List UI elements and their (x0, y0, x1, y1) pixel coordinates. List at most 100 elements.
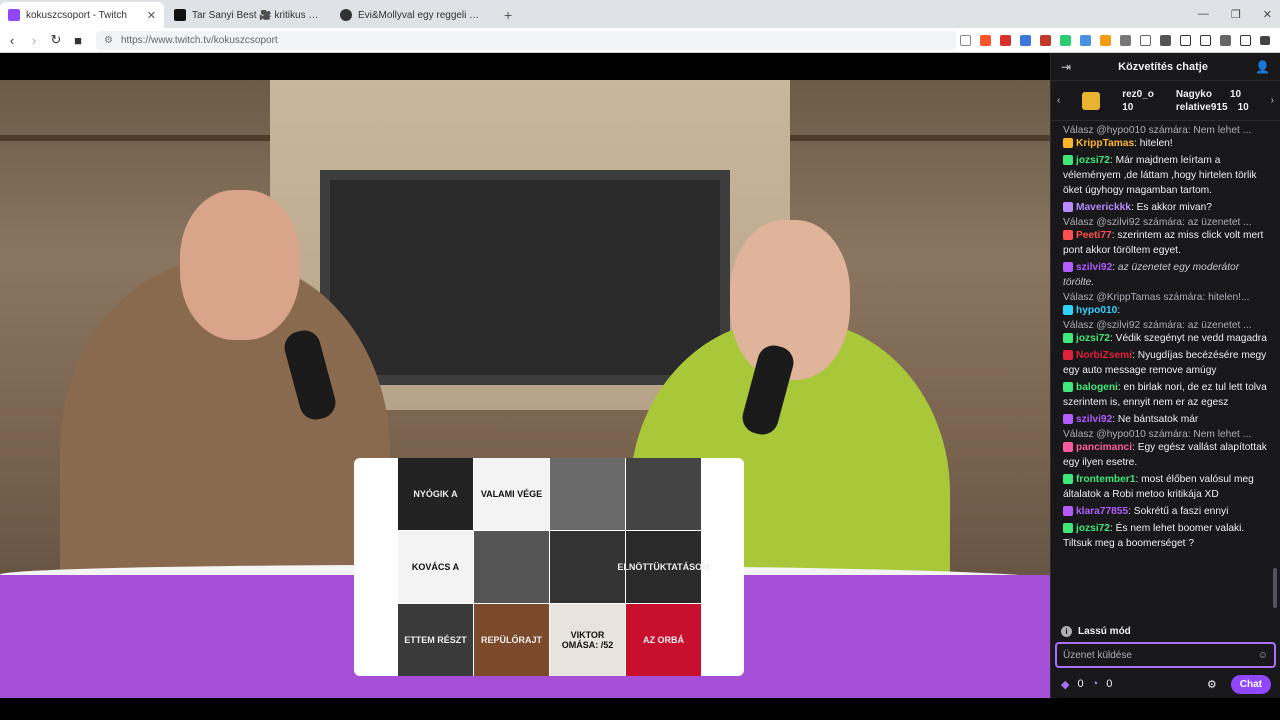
chat-title: Közvetítés chatje (1118, 60, 1208, 73)
chat-message: jozsi72: Már majdnem leírtam a véleménye… (1063, 153, 1271, 198)
reload-icon[interactable]: ↻ (46, 32, 66, 48)
bits-icon[interactable]: ◆ (1061, 678, 1069, 691)
user-badge-icon (1063, 202, 1073, 213)
chat-username[interactable]: Peeti77 (1076, 230, 1112, 241)
chat-scrollbar[interactable] (1273, 568, 1277, 608)
close-window-icon[interactable]: ✕ (1263, 8, 1272, 21)
send-chat-button[interactable]: Chat (1230, 674, 1271, 694)
grid-tile (550, 458, 625, 530)
user-badge-icon (1063, 333, 1073, 344)
menu-icon[interactable] (1260, 36, 1270, 45)
chat-message: KrippTamas: hitelen! (1063, 136, 1271, 151)
chat-username[interactable]: NorbiZsemi (1076, 350, 1132, 361)
fireplace-frame (320, 170, 730, 385)
address-bar: ‹ › ↻ ■ ⚙ https://www.twitch.tv/kokuszcs… (0, 28, 1280, 53)
chat-message: balogeni: en birlak nori, de ez tul lett… (1063, 380, 1271, 410)
user-badge-icon (1063, 523, 1073, 534)
grid-tile: AZ ORBÁ (626, 604, 701, 676)
close-tab-icon[interactable]: ✕ (147, 9, 156, 22)
stream-scene: NYÓGIK A VALAMI VÉGE KOVÁCS A ELNÖTTÜKTA… (0, 80, 1050, 698)
tab-tiktok-1[interactable]: Tar Sanyi Best 🎥 kritikus 🎥 (@szop (166, 2, 330, 28)
url-field[interactable]: ⚙ https://www.twitch.tv/kokuszcsoport (96, 30, 956, 50)
chat-username[interactable]: szilvi92 (1076, 262, 1112, 273)
tab-title: kokuszcsoport - Twitch (26, 9, 127, 21)
new-tab-button[interactable]: + (504, 2, 512, 28)
chat-username[interactable]: balogeni (1076, 382, 1118, 393)
extension-icon[interactable] (1100, 35, 1111, 46)
leaderboard-prev-icon[interactable]: ‹ (1057, 95, 1060, 106)
chat-username[interactable]: Maverickkk (1076, 202, 1131, 213)
emote-picker-icon[interactable]: ☺ (1258, 650, 1268, 661)
chat-message: Maverickkk: Es akkor mivan? (1063, 200, 1271, 215)
extension-icon[interactable] (1080, 35, 1091, 46)
window-controls: — ❐ ✕ (1198, 0, 1272, 28)
leader-entry[interactable]: rez0_o 10 (1122, 89, 1154, 113)
user-badge-icon (1063, 155, 1073, 166)
chat-username[interactable]: pancimanci (1076, 442, 1132, 453)
leo-icon[interactable] (1220, 35, 1231, 46)
chat-message: frontember1: most élőben valósul meg ált… (1063, 472, 1271, 502)
chat-username[interactable]: frontember1 (1076, 474, 1135, 485)
puzzle-icon[interactable] (1120, 35, 1131, 46)
extension-icon[interactable] (1060, 35, 1071, 46)
maximize-icon[interactable]: ❐ (1231, 8, 1241, 21)
shelf-left (0, 135, 270, 141)
grid-tile: VIKTOR OMÁSA: /52 (550, 604, 625, 676)
tab-tiktok-2[interactable]: Évi&Mollyval egy reggeli 🍳😍 (@m (332, 2, 496, 28)
bits-count: 0 (1077, 678, 1084, 690)
share-icon[interactable] (960, 35, 971, 46)
twitch-favicon-icon (8, 9, 20, 21)
site-settings-icon[interactable]: ⚙ (104, 35, 113, 46)
brave-shield-icon[interactable] (980, 35, 991, 46)
back-icon[interactable]: ‹ (2, 33, 22, 48)
tab-title: Évi&Mollyval egy reggeli 🍳😍 (@m (358, 9, 488, 21)
minimize-icon[interactable]: — (1198, 8, 1209, 20)
vpn-icon[interactable] (1240, 35, 1251, 46)
tiktok-favicon-icon (340, 9, 352, 21)
chat-username[interactable]: klara77855 (1076, 506, 1128, 517)
screenshot-overlay: NYÓGIK A VALAMI VÉGE KOVÁCS A ELNÖTTÜKTA… (354, 458, 744, 676)
chat-username[interactable]: hypo010 (1076, 305, 1117, 316)
chat-settings-icon[interactable]: ⚙ (1207, 678, 1217, 691)
tab-twitch[interactable]: kokuszcsoport - Twitch ✕ (0, 2, 164, 28)
chat-username[interactable]: jozsi72 (1076, 333, 1110, 344)
chat-input[interactable]: Üzenet küldése ☺ (1055, 642, 1276, 668)
leaderboard-next-icon[interactable]: › (1271, 95, 1274, 106)
bookmark-icon[interactable]: ■ (68, 33, 88, 48)
media-icon[interactable] (1160, 35, 1171, 46)
chat-text: : Sokrétű a faszi ennyi (1128, 506, 1229, 517)
rewards-icon[interactable] (1000, 35, 1011, 46)
grid-tile (626, 458, 701, 530)
image-grid: NYÓGIK A VALAMI VÉGE KOVÁCS A ELNÖTTÜKTA… (398, 458, 710, 676)
wallet-icon[interactable] (1200, 35, 1211, 46)
chat-username[interactable]: jozsi72 (1076, 155, 1110, 166)
leader-name: rez0_o (1122, 88, 1154, 100)
leader-entry[interactable]: Nagyko 10 relative915 10 (1176, 89, 1249, 113)
community-icon[interactable]: 👤 (1255, 60, 1270, 74)
chat-message: jozsi72: És nem lehet boomer valaki. Til… (1063, 521, 1271, 551)
grid-tile (474, 531, 549, 603)
extension-icon[interactable] (1140, 35, 1151, 46)
forward-icon[interactable]: › (24, 33, 44, 48)
chat-text: : (1117, 305, 1121, 316)
chat-username[interactable]: jozsi72 (1076, 523, 1110, 534)
host-left-head (180, 190, 300, 340)
chat-message: hypo010: (1063, 303, 1271, 318)
chat-message: NorbiZsemi: Nyugdíjas becézésére megy eg… (1063, 348, 1271, 378)
extension-icon[interactable] (1020, 35, 1031, 46)
channel-points-icon[interactable]: ◔ (1092, 678, 1099, 690)
user-badge-icon (1063, 506, 1073, 517)
chat-username[interactable]: KrippTamas (1076, 138, 1134, 149)
sidebar-icon[interactable] (1180, 35, 1191, 46)
video-player[interactable]: NYÓGIK A VALAMI VÉGE KOVÁCS A ELNÖTTÜKTA… (0, 53, 1050, 698)
chat-text: : hitelen! (1134, 138, 1173, 149)
leader-name: Nagyko (1175, 88, 1212, 100)
chat-message: Peeti77: szerintem az miss click volt me… (1063, 228, 1271, 258)
collapse-chat-icon[interactable]: ⇥ (1061, 60, 1071, 74)
extension-icon[interactable] (1040, 35, 1051, 46)
user-badge-icon (1063, 414, 1073, 425)
chat-header: ⇥ Közvetítés chatje 👤 (1051, 53, 1280, 81)
chat-username[interactable]: szilvi92 (1076, 414, 1112, 425)
chat-input-placeholder: Üzenet küldése (1063, 649, 1132, 661)
browser-tab-bar: kokuszcsoport - Twitch ✕ Tar Sanyi Best … (0, 0, 1280, 28)
